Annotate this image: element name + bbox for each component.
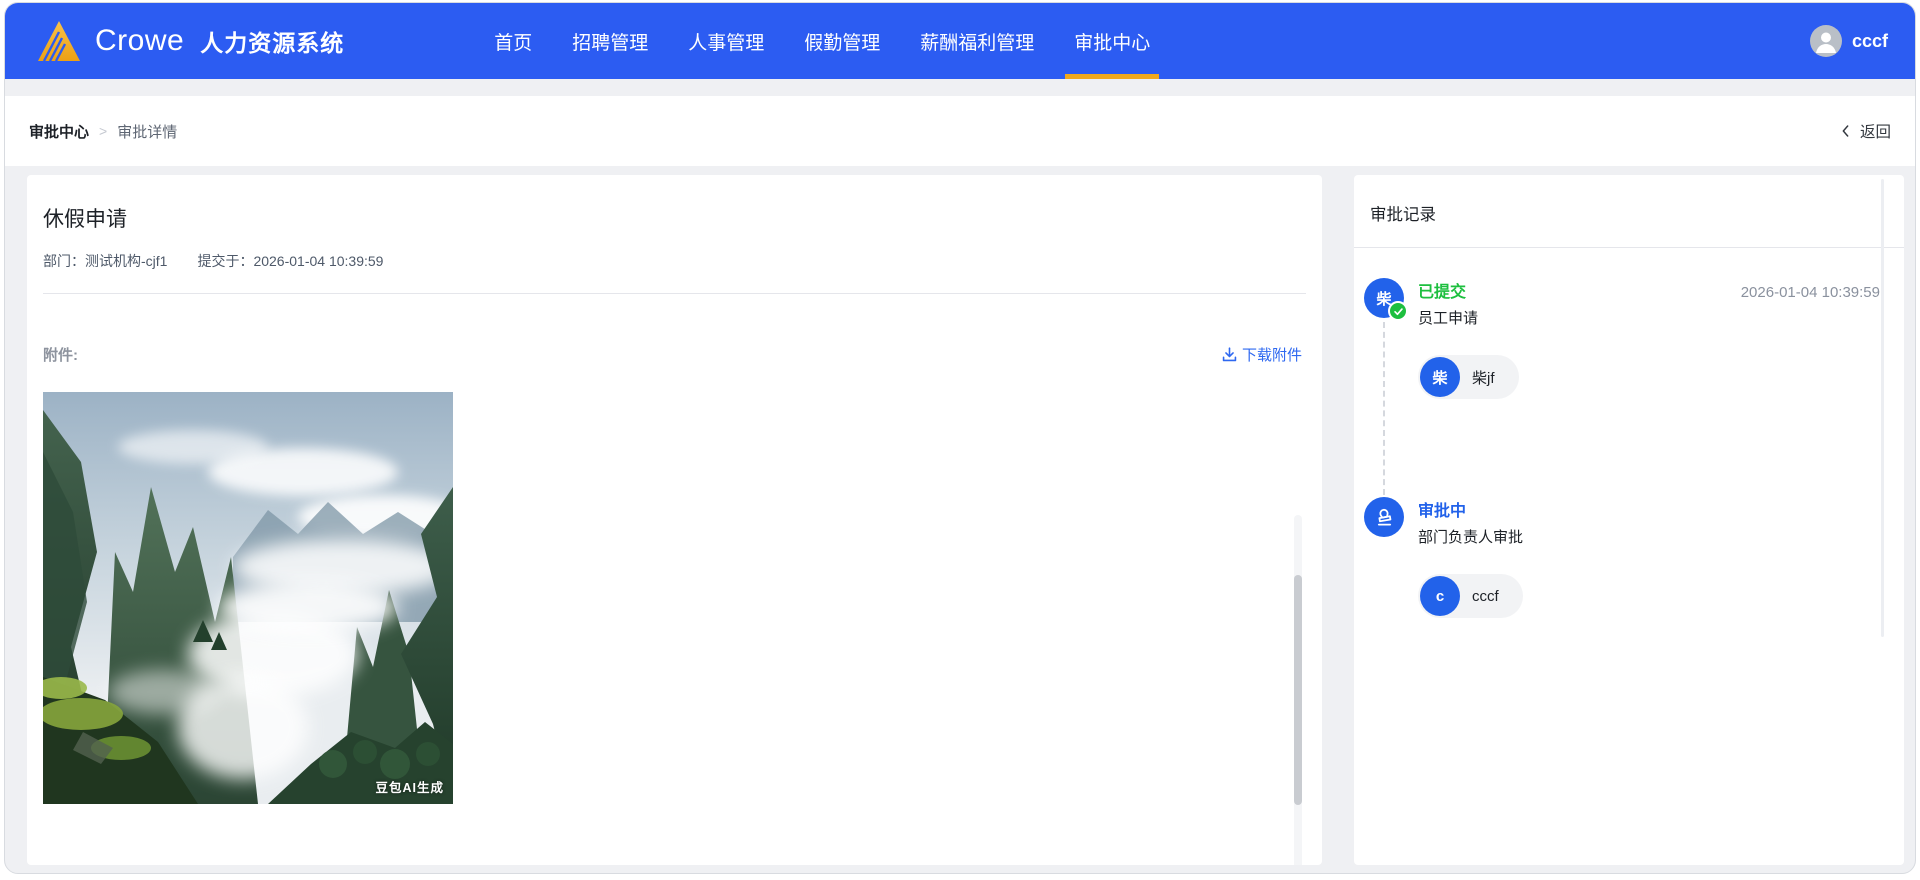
- nav-item-approval-center[interactable]: 审批中心: [1065, 3, 1160, 79]
- app-window: Crowe 人力资源系统 首页 招聘管理 人事管理 假勤管理 薪酬福利管理 审批…: [4, 2, 1916, 874]
- attachments-label: 附件:: [43, 347, 78, 364]
- top-navbar: Crowe 人力资源系统 首页 招聘管理 人事管理 假勤管理 薪酬福利管理 审批…: [5, 3, 1915, 79]
- nav-item-compensation[interactable]: 薪酬福利管理: [920, 3, 1034, 79]
- avatar: c: [1420, 576, 1460, 616]
- download-label: 下载附件: [1241, 347, 1302, 364]
- attachment-image[interactable]: 豆包AI生成: [43, 392, 453, 804]
- step-avatar: 柴: [1364, 278, 1408, 321]
- request-meta: 部门：测试机构-cjf1 提交于：2026-01-04 10:39:59: [43, 251, 1306, 271]
- step-description: 部门负责人审批: [1418, 529, 1524, 546]
- approval-step-in-review: 审批中 部门负责人审批 c cccf: [1364, 497, 1880, 618]
- breadcrumb-bar: 审批中心 > 审批详情 返回: [5, 96, 1915, 166]
- nav-item-attendance[interactable]: 假勤管理: [804, 3, 880, 79]
- user-name: cccf: [1851, 30, 1888, 51]
- main-scrollbar-thumb[interactable]: [1294, 575, 1302, 805]
- approval-log-title: 审批记录: [1370, 206, 1436, 224]
- request-title: 休假申请: [43, 208, 127, 231]
- crowe-triangle-icon: [35, 20, 81, 62]
- divider: [43, 293, 1306, 294]
- step-time: 2026-01-04 10:39:59: [1740, 284, 1880, 301]
- main-nav: 首页 招聘管理 人事管理 假勤管理 薪酬福利管理 审批中心: [494, 3, 1160, 79]
- content-area: 休假申请 部门：测试机构-cjf1 提交于：2026-01-04 10:39:5…: [5, 166, 1915, 865]
- download-attachment-link[interactable]: 下载附件: [1220, 344, 1302, 365]
- person-icon: [1809, 25, 1842, 57]
- user-menu[interactable]: cccf: [1809, 25, 1888, 57]
- department-value: 测试机构-cjf1: [85, 253, 168, 269]
- breadcrumb: 审批中心 > 审批详情: [29, 121, 177, 142]
- approval-step-submitted: 柴 已提交 2026-01-04 10:39:59 员工申请 柴 柴jf: [1364, 278, 1880, 399]
- submitted-label: 提交于：: [197, 253, 254, 269]
- step-avatar: [1364, 497, 1404, 537]
- department-label: 部门：: [43, 253, 85, 269]
- request-detail-card: 休假申请 部门：测试机构-cjf1 提交于：2026-01-04 10:39:5…: [27, 175, 1322, 865]
- breadcrumb-current: 审批详情: [117, 123, 178, 141]
- breadcrumb-section[interactable]: 审批中心: [29, 121, 89, 142]
- step-body: 审批中 部门负责人审批 c cccf: [1418, 497, 1880, 618]
- approval-log-card: 审批记录 柴 已提交 2026-01-04 10:39:59 员工申请 柴 柴j…: [1354, 175, 1904, 865]
- assignee-name: 柴jf: [1472, 369, 1495, 387]
- download-icon: [1220, 345, 1239, 364]
- approval-timeline: 柴 已提交 2026-01-04 10:39:59 员工申请 柴 柴jf 审批中…: [1354, 248, 1904, 618]
- step-status: 审批中: [1418, 503, 1467, 520]
- assignee-pill: c cccf: [1418, 574, 1523, 618]
- avatar: 柴: [1420, 357, 1460, 397]
- nav-item-recruiting[interactable]: 招聘管理: [572, 3, 648, 79]
- step-body: 已提交 2026-01-04 10:39:59 员工申请 柴 柴jf: [1418, 278, 1880, 399]
- back-label: 返回: [1859, 124, 1891, 141]
- brand-logo[interactable]: Crowe 人力资源系统: [35, 20, 344, 62]
- check-icon: [1388, 301, 1408, 321]
- chevron-left-icon: [1838, 123, 1854, 139]
- back-button[interactable]: 返回: [1838, 120, 1891, 142]
- step-status: 已提交: [1418, 284, 1467, 301]
- attachments-row: 附件: 下载附件: [43, 344, 1306, 365]
- nav-item-home[interactable]: 首页: [494, 3, 532, 79]
- ai-watermark: 豆包AI生成: [375, 781, 444, 795]
- stamp-icon: [1364, 497, 1404, 537]
- submitted-value: 2026-01-04 10:39:59: [253, 253, 384, 269]
- department-field: 部门：测试机构-cjf1: [43, 251, 167, 271]
- assignee-name: cccf: [1472, 587, 1499, 605]
- nav-item-hr[interactable]: 人事管理: [688, 3, 764, 79]
- submitted-field: 提交于：2026-01-04 10:39:59: [197, 251, 383, 271]
- step-description: 员工申请: [1418, 310, 1479, 327]
- assignee-pill: 柴 柴jf: [1418, 355, 1519, 399]
- brand-name: Crowe: [95, 24, 185, 57]
- breadcrumb-separator: >: [99, 123, 108, 139]
- brand-product-name: 人力资源系统: [200, 30, 345, 56]
